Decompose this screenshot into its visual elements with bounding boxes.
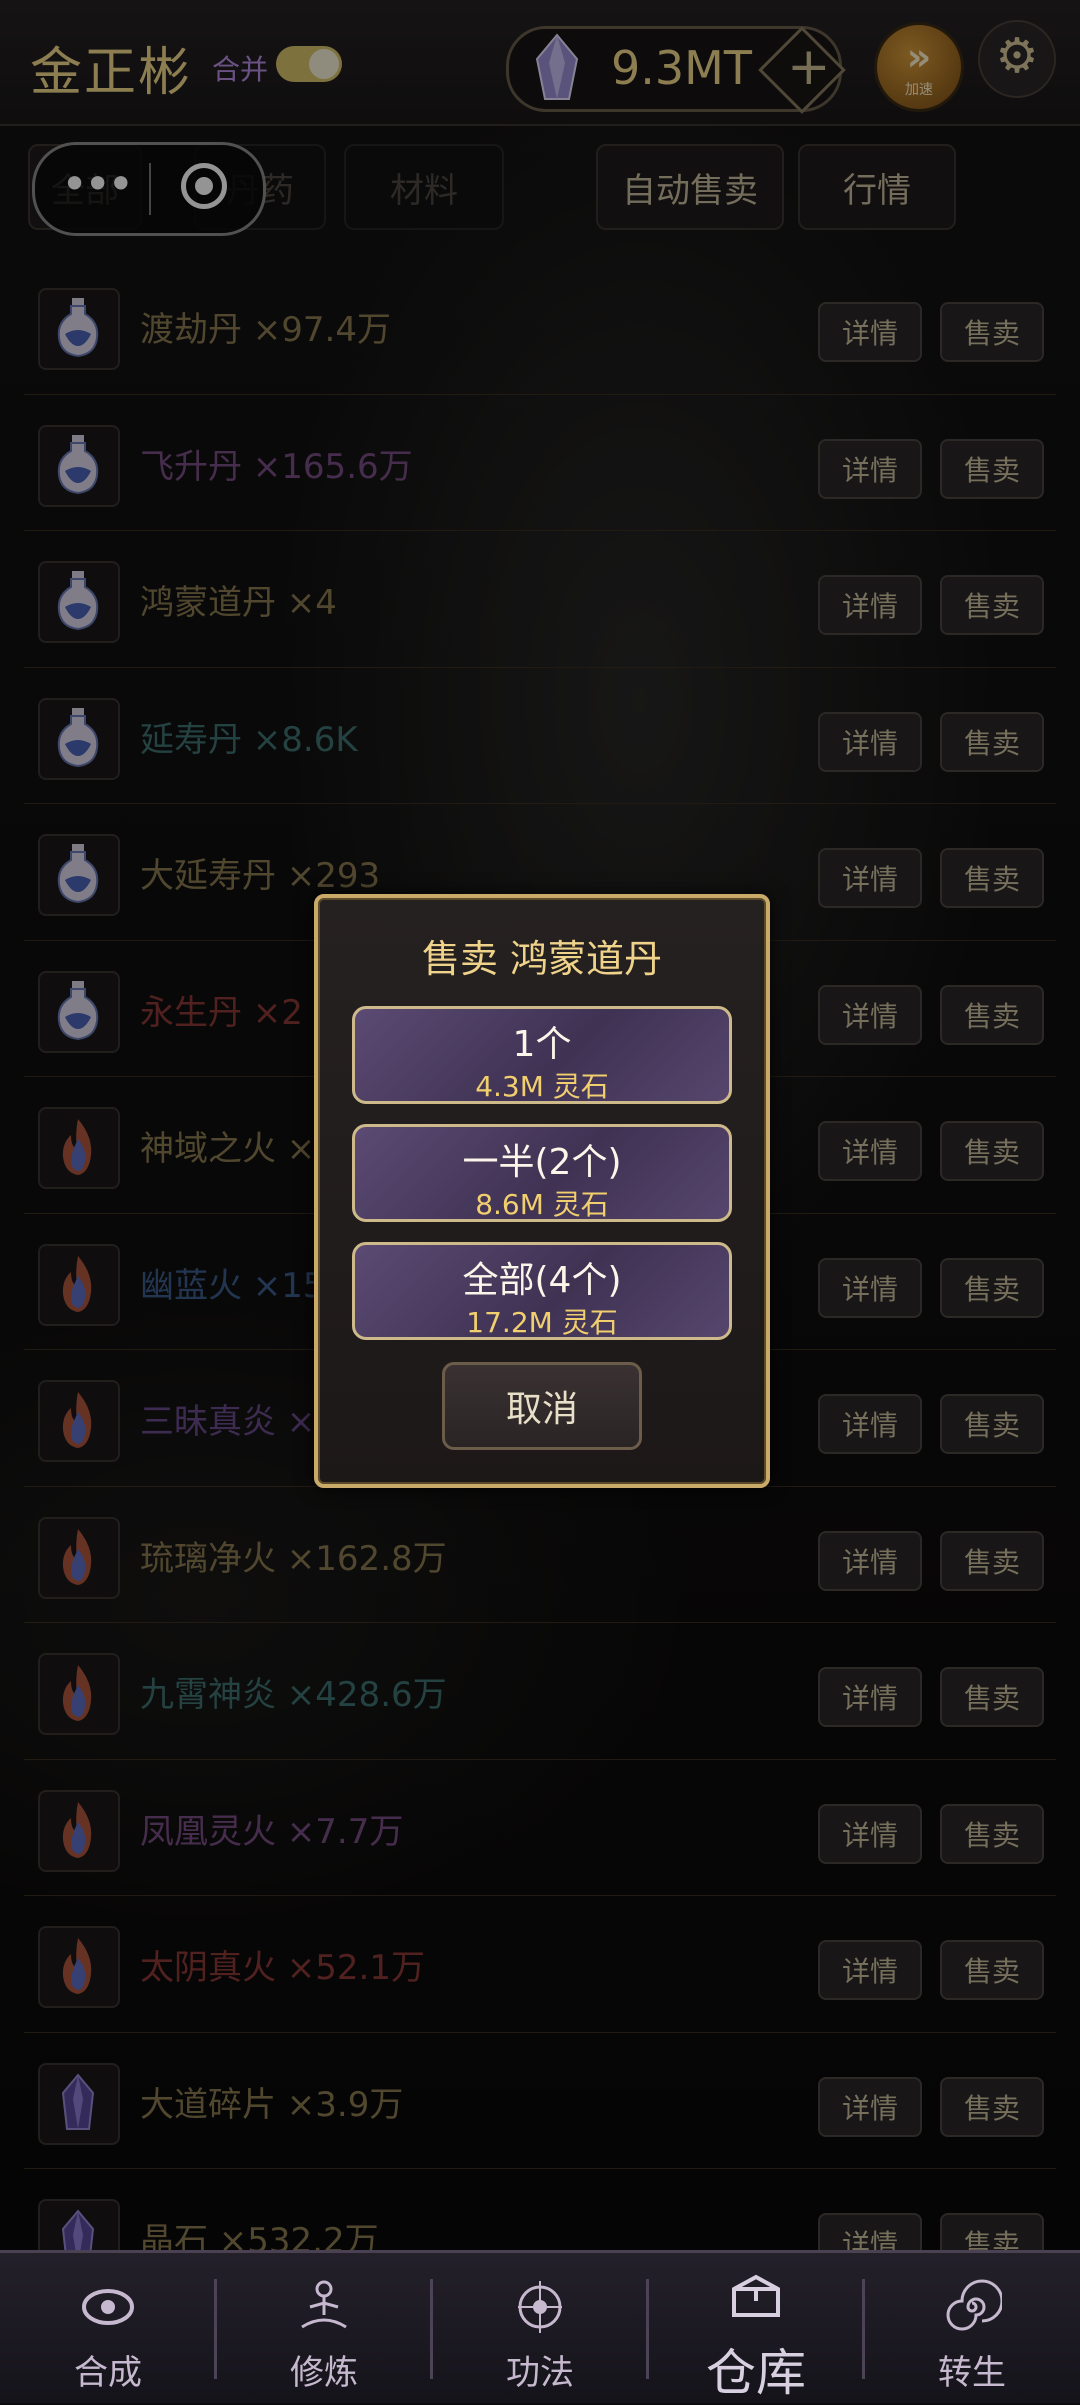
swirl-icon [82,2289,134,2325]
sell-half-button[interactable]: 一半(2个) 8.6M 灵石 [352,1124,732,1222]
sell-one-button[interactable]: 1个 4.3M 灵石 [352,1006,732,1104]
sell-dialog: 售卖 鸿蒙道丹 1个 4.3M 灵石 一半(2个) 8.6M 灵石 全部(4个)… [314,894,770,1488]
option-label: 1个 [512,1024,572,1065]
option-label: 全部(4个) [462,1260,622,1301]
nav-label: 修炼 [290,2353,358,2393]
meditation-icon [301,2280,347,2329]
option-price: 4.3M 灵石 [475,1070,609,1103]
nav-techniques[interactable]: 功法 [432,2253,648,2403]
nav-warehouse[interactable]: 仓库 [648,2253,864,2403]
nav-label: 功法 [506,2353,574,2393]
sell-all-button[interactable]: 全部(4个) 17.2M 灵石 [352,1242,732,1340]
option-price: 8.6M 灵石 [475,1188,609,1221]
nav-synthesis[interactable]: 合成 [0,2253,216,2403]
bottom-nav: 合成 修炼 功法 仓库 转生 [0,2250,1080,2403]
nav-label: 仓库 [706,2344,806,2402]
nav-label: 转生 [938,2353,1006,2393]
cancel-button[interactable]: 取消 [442,1362,642,1450]
emblem-icon [518,2281,562,2333]
nav-cultivate[interactable]: 修炼 [216,2253,432,2403]
nav-rebirth[interactable]: 转生 [864,2253,1080,2403]
spiral-icon [946,2279,1002,2331]
nav-label: 合成 [74,2353,142,2393]
dialog-title: 售卖 鸿蒙道丹 [421,937,663,981]
option-price: 17.2M 灵石 [466,1306,618,1339]
option-label: 一半(2个) [462,1142,622,1183]
chest-icon [732,2274,780,2317]
